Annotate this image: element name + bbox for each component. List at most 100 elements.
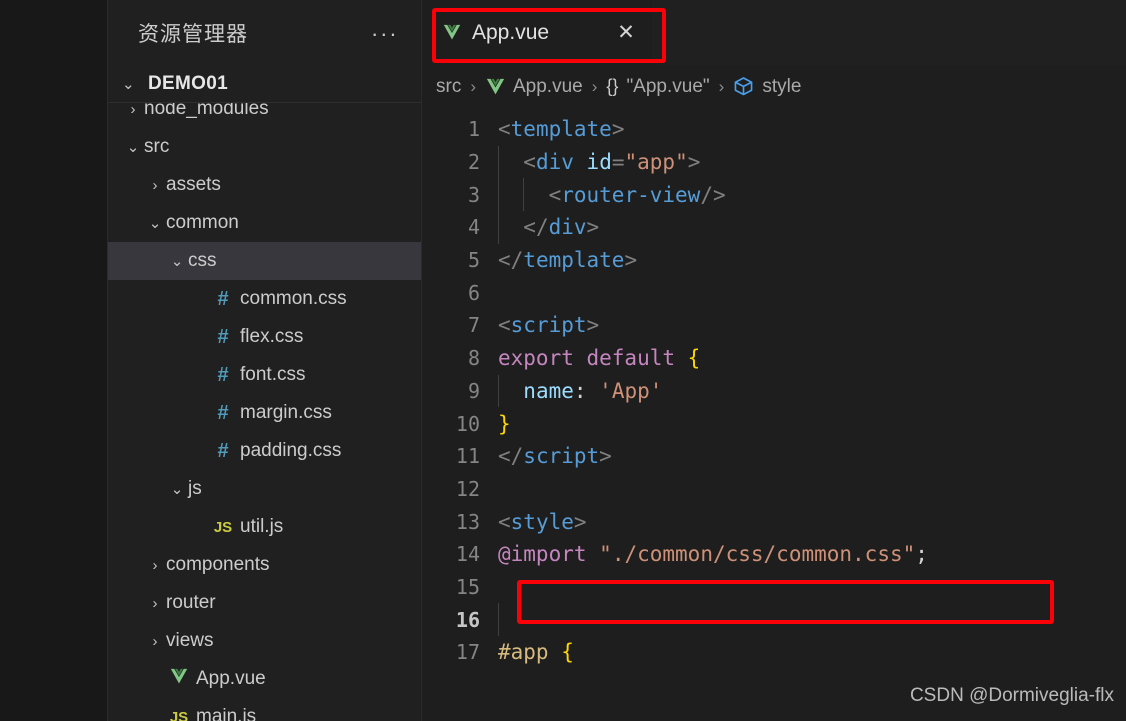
code-text: </template> [498,248,637,272]
tree-item-app-vue[interactable]: App.vue [108,660,421,698]
code-line-8[interactable]: 8 export default { [422,342,1126,375]
breadcrumb-separator-icon: › [718,76,725,96]
breadcrumb-item-app-vue[interactable]: {} "App.vue" [606,76,709,98]
token-kw: @import [498,542,587,567]
code-line-4[interactable]: 4 </div> [422,211,1126,244]
breadcrumb-separator-icon: › [470,76,476,96]
token-brace: { [561,640,574,665]
tree-item-label: common.css [240,288,347,309]
tree-item-js[interactable]: ⌄ js [108,470,421,508]
code-line-9[interactable]: 9 name: 'App' [422,374,1126,408]
watermark: CSDN @Dormiveglia-flx [909,685,1114,706]
tree-item-label: assets [166,174,221,195]
token-tag: style [510,509,574,534]
tree-item-padding-css[interactable]: # padding.css [108,432,421,470]
tree-item-label: util.js [240,516,284,537]
token-str: "./common/css/common.css" [599,542,916,567]
code-line-17[interactable]: 17 #app { [422,636,1126,669]
token-punct: > [586,313,600,338]
token-punct: > [599,444,612,469]
tree-item-src[interactable]: ⌄ src [108,128,421,166]
chevron-down-icon[interactable]: ⌄ [166,480,188,498]
tree-item-components[interactable]: › components [108,546,421,584]
chevron-down-icon[interactable]: ⌄ [122,138,144,156]
js-file-icon: JS [213,518,233,536]
code-text: } [498,412,511,436]
token-punct: < [498,509,511,534]
vscode-window: ‹ 资源管理器 ... ⌄ DEMO01 ›node_modules⌄src›a… [0,0,1126,721]
code-text: <template> [498,117,624,141]
breadcrumb[interactable]: src › App.vue › {} "App.vue" › style [422,65,1126,108]
tree-item-common[interactable]: ⌄ common [108,204,421,242]
code-line-13[interactable]: 13 <style> [422,505,1126,538]
chevron-down-icon[interactable]: ⌄ [122,75,148,93]
breadcrumb-item-app-vue[interactable]: App.vue [485,76,583,98]
line-number: 12 [455,476,480,501]
code-line-6[interactable]: 6 [422,276,1126,309]
chevron-down-icon[interactable]: ⌄ [166,252,188,270]
explorer-header: 资源管理器 ... [108,0,421,66]
breadcrumb-item-src[interactable]: src [436,76,461,98]
tree-item-views[interactable]: › views [108,622,421,660]
token-tag: template [523,248,625,273]
token-brace: { [687,346,701,371]
breadcrumb-item-style[interactable]: style [733,76,801,98]
tree-item-util-js[interactable]: JS util.js [108,508,421,546]
tree-item-label: js [188,478,202,499]
js-file-icon: JS [169,708,189,721]
line-number: 1 [467,117,480,142]
token-str: 'App' [599,378,663,403]
chevron-right-icon[interactable]: › [144,557,166,574]
line-number: 5 [467,248,480,273]
breadcrumb-separator-icon: › [591,76,598,96]
token-tag: script [510,313,587,338]
token-attr: id [586,150,612,175]
code-text: <div id="app"> [498,150,700,174]
tree-item-node-modules[interactable]: › node_modules [108,103,421,128]
chevron-right-icon[interactable]: › [122,103,144,118]
more-actions-icon[interactable]: ... [372,18,399,42]
tree-item-router[interactable]: › router [108,584,421,622]
file-tree[interactable]: › node_modules ⌄ src › assets ⌄ common ⌄ css # comm… [108,103,421,721]
token-punct: </ [523,215,549,240]
tree-item-main-js[interactable]: JS main.js [108,698,421,721]
chevron-down-icon[interactable]: ⌄ [144,214,166,232]
code-line-2[interactable]: 2 <div id="app"> [422,145,1126,179]
tree-item-label: margin.css [240,402,332,423]
chevron-right-icon[interactable]: › [144,177,166,194]
chevron-right-icon[interactable]: › [144,633,166,650]
css-file-icon: # [217,363,229,386]
code-line-12[interactable]: 12 [422,473,1126,506]
code-line-14[interactable]: 14 @import "./common/css/common.css"; [422,538,1126,571]
token-kw: export default [498,346,676,371]
tree-item-css[interactable]: ⌄ css [108,242,421,280]
tree-item-assets[interactable]: › assets [108,166,421,204]
code-line-7[interactable]: 7 <script> [422,309,1126,342]
editor-area: App.vue ✕ src › App.vue ›{} "App.vue" › style … [422,0,1126,721]
code-line-11[interactable]: 11 </script> [422,440,1126,473]
tree-item-common-css[interactable]: # common.css [108,280,421,318]
code-line-15[interactable]: 15 [422,571,1126,604]
token-tag: template [510,117,612,142]
line-number: 7 [467,313,480,338]
tab-app-vue[interactable]: App.vue ✕ [422,0,652,65]
tree-item-label: App.vue [196,668,266,689]
chevron-right-icon[interactable]: › [144,595,166,612]
code-line-10[interactable]: 10} [422,407,1126,440]
tree-item-label: router [166,592,216,613]
chevron-left-icon[interactable]: ‹ [0,344,12,364]
tree-item-font-css[interactable]: # font.css [108,356,421,394]
tree-item-margin-css[interactable]: # margin.css [108,394,421,432]
project-root-row[interactable]: ⌄ DEMO01 [108,66,421,103]
css-file-icon: # [217,325,229,348]
code-line-3[interactable]: 3 <router-view/> [422,178,1126,212]
code-editor[interactable]: 1 <template> 2 <div id="app"> 3 <router-vie… [422,108,1126,721]
close-icon[interactable]: ✕ [614,20,638,45]
code-line-16[interactable]: 16 [422,603,1126,636]
tree-item-flex-css[interactable]: # flex.css [108,318,421,356]
code-line-5[interactable]: 5 </template> [422,244,1126,277]
code-line-1[interactable]: 1 <template> [422,113,1126,146]
